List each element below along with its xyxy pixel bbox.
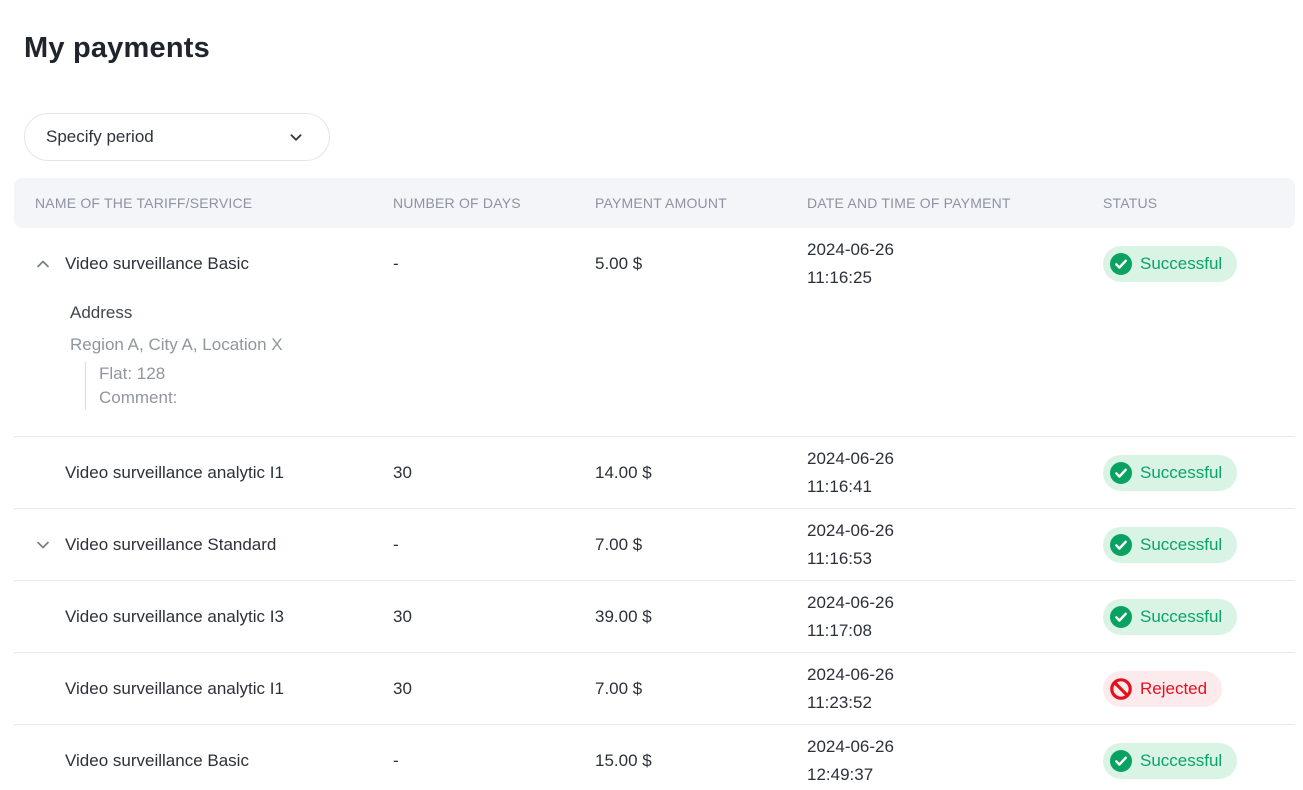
payment-datetime: 2024-06-26 11:16:53 xyxy=(807,517,1103,573)
chevron-placeholder xyxy=(33,679,53,699)
status-label: Successful xyxy=(1140,751,1222,771)
status-label: Rejected xyxy=(1140,679,1207,699)
payment-amount: 7.00 $ xyxy=(595,535,807,555)
specify-period-dropdown[interactable]: Specify period xyxy=(24,113,330,161)
chevron-down-icon xyxy=(285,126,307,148)
comment-value: Comment: xyxy=(99,386,1295,410)
payment-amount: 5.00 $ xyxy=(595,254,807,274)
status-label: Successful xyxy=(1140,463,1222,483)
number-of-days: 30 xyxy=(393,607,595,627)
page-title: My payments xyxy=(24,30,1303,66)
table-header-row: NAME OF THE TARIFF/SERVICE NUMBER OF DAY… xyxy=(14,178,1295,228)
payment-time: 11:17:08 xyxy=(807,617,1103,645)
chevron-placeholder xyxy=(33,463,53,483)
table-row[interactable]: Video surveillance Standard - 7.00 $ 202… xyxy=(14,508,1295,580)
status-badge: Successful xyxy=(1103,743,1237,779)
payment-datetime: 2024-06-26 11:17:08 xyxy=(807,589,1103,645)
number-of-days: - xyxy=(393,751,595,771)
table-row[interactable]: Video surveillance Basic - 5.00 $ 2024-0… xyxy=(14,228,1295,436)
table-row: Video surveillance Basic - 15.00 $ 2024-… xyxy=(14,724,1295,790)
check-circle-icon xyxy=(1110,750,1132,772)
tariff-name: Video surveillance Basic xyxy=(65,254,249,274)
chevron-down-icon[interactable] xyxy=(33,535,53,555)
check-circle-icon xyxy=(1110,534,1132,556)
number-of-days: - xyxy=(393,254,595,274)
flat-value: Flat: 128 xyxy=(99,362,1295,386)
payment-time: 11:16:41 xyxy=(807,473,1103,501)
tariff-name: Video surveillance analytic I1 xyxy=(65,463,284,483)
payment-time: 12:49:37 xyxy=(807,761,1103,789)
payment-time: 11:16:53 xyxy=(807,545,1103,573)
number-of-days: 30 xyxy=(393,463,595,483)
table-row: Video surveillance analytic I3 30 39.00 … xyxy=(14,580,1295,652)
check-circle-icon xyxy=(1110,253,1132,275)
chevron-up-icon[interactable] xyxy=(33,254,53,274)
payment-datetime: 2024-06-26 12:49:37 xyxy=(807,733,1103,789)
check-circle-icon xyxy=(1110,462,1132,484)
column-header-days: NUMBER OF DAYS xyxy=(393,195,595,211)
payment-date: 2024-06-26 xyxy=(807,661,1103,689)
payment-date: 2024-06-26 xyxy=(807,589,1103,617)
tariff-name: Video surveillance Basic xyxy=(65,751,249,771)
tariff-name: Video surveillance analytic I1 xyxy=(65,679,284,699)
tariff-name: Video surveillance analytic I3 xyxy=(65,607,284,627)
chevron-placeholder xyxy=(33,607,53,627)
table-row: Video surveillance analytic I1 30 14.00 … xyxy=(14,436,1295,508)
status-label: Successful xyxy=(1140,254,1222,274)
payment-date: 2024-06-26 xyxy=(807,236,1103,264)
payment-date: 2024-06-26 xyxy=(807,445,1103,473)
address-value: Region A, City A, Location X xyxy=(70,335,1295,355)
payment-amount: 7.00 $ xyxy=(595,679,807,699)
column-header-name: NAME OF THE TARIFF/SERVICE xyxy=(14,195,393,211)
payment-date: 2024-06-26 xyxy=(807,517,1103,545)
tariff-name: Video surveillance Standard xyxy=(65,535,276,555)
status-badge: Successful xyxy=(1103,455,1237,491)
my-payments-page: My payments Specify period NAME OF THE T… xyxy=(0,30,1303,790)
number-of-days: 30 xyxy=(393,679,595,699)
specify-period-label: Specify period xyxy=(46,127,285,147)
row-details: Address Region A, City A, Location X Fla… xyxy=(14,300,1295,436)
address-sub-details: Flat: 128 Comment: xyxy=(85,362,1295,410)
payment-amount: 15.00 $ xyxy=(595,751,807,771)
status-label: Successful xyxy=(1140,607,1222,627)
status-label: Successful xyxy=(1140,535,1222,555)
payments-table: NAME OF THE TARIFF/SERVICE NUMBER OF DAY… xyxy=(14,178,1295,790)
check-circle-icon xyxy=(1110,606,1132,628)
chevron-placeholder xyxy=(33,751,53,771)
status-badge: Successful xyxy=(1103,246,1237,282)
payment-amount: 39.00 $ xyxy=(595,607,807,627)
column-header-status: STATUS xyxy=(1103,195,1295,211)
status-badge: Successful xyxy=(1103,599,1237,635)
number-of-days: - xyxy=(393,535,595,555)
payment-date: 2024-06-26 xyxy=(807,733,1103,761)
column-header-amount: PAYMENT AMOUNT xyxy=(595,195,807,211)
payment-datetime: 2024-06-26 11:23:52 xyxy=(807,661,1103,717)
column-header-date: DATE AND TIME OF PAYMENT xyxy=(807,195,1103,211)
payment-amount: 14.00 $ xyxy=(595,463,807,483)
status-badge: Successful xyxy=(1103,527,1237,563)
payment-time: 11:23:52 xyxy=(807,689,1103,717)
address-label: Address xyxy=(70,303,1295,323)
payment-datetime: 2024-06-26 11:16:41 xyxy=(807,445,1103,501)
table-row: Video surveillance analytic I1 30 7.00 $… xyxy=(14,652,1295,724)
prohibited-icon xyxy=(1110,678,1132,700)
status-badge: Rejected xyxy=(1103,671,1222,707)
payment-time: 11:16:25 xyxy=(807,264,1103,292)
payment-datetime: 2024-06-26 11:16:25 xyxy=(807,236,1103,292)
